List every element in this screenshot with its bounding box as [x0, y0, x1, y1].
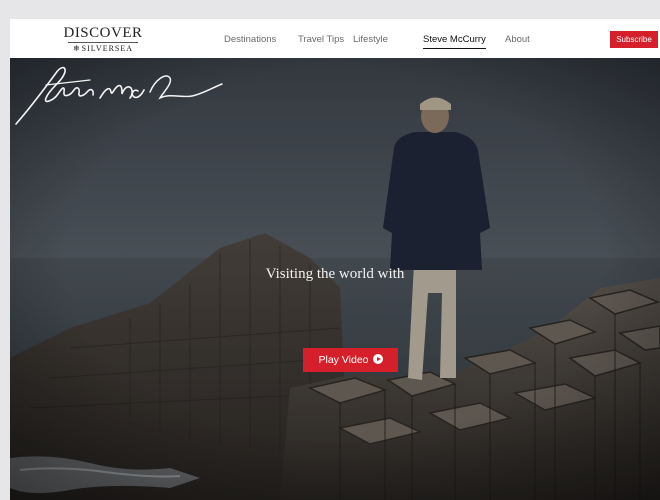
discover-silversea-logo[interactable]: DISCOVER ❄SILVERSEA [58, 25, 148, 53]
subscribe-button[interactable]: Subscribe [610, 31, 658, 48]
nav-item-steve-mccurry-label: Steve McCurry [423, 34, 486, 45]
site-header: DISCOVER ❄SILVERSEA Destinations Travel … [10, 19, 660, 59]
play-circle-icon [372, 354, 383, 364]
nav-item-destinations[interactable]: Destinations [224, 34, 276, 45]
nav-item-lifestyle[interactable]: Lifestyle [353, 34, 388, 45]
logo-divider [68, 42, 138, 43]
logo-wordmark-bottom: ❄SILVERSEA [58, 44, 148, 53]
hero-tagline: Visiting the world with [265, 266, 405, 282]
nav-item-travel-tips[interactable]: Travel Tips [298, 34, 344, 45]
nav-item-steve-mccurry[interactable]: Steve McCurry [423, 34, 486, 49]
play-video-label: Play Video [318, 354, 369, 366]
steve-mccurry-signature [15, 66, 223, 125]
active-nav-underline [423, 48, 486, 49]
logo-wordmark-top: DISCOVER [63, 25, 143, 41]
play-video-button[interactable]: Play Video [303, 348, 398, 372]
snowflake-icon: ❄ [72, 44, 81, 53]
nav-item-about[interactable]: About [505, 34, 530, 45]
browser-viewport: DISCOVER ❄SILVERSEA Destinations Travel … [10, 19, 660, 500]
hero-video-banner: Visiting the world with Play Video [10, 58, 660, 500]
logo-bottom-text: SILVERSEA [81, 44, 134, 53]
